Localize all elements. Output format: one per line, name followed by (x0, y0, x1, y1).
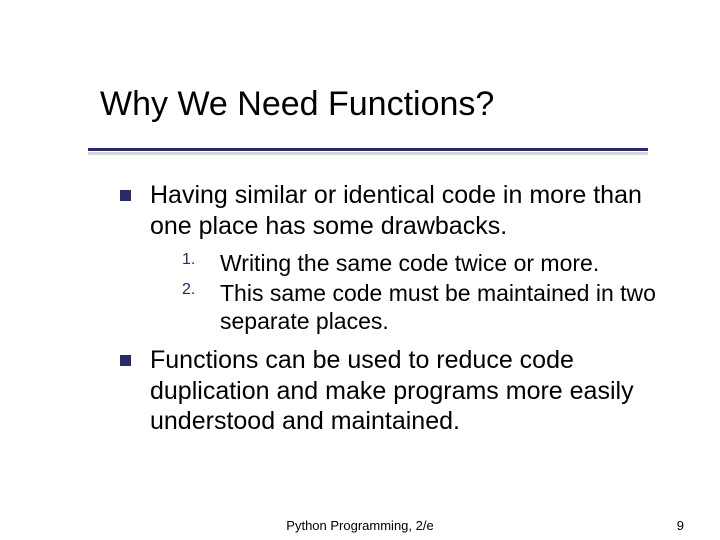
numbered-item: 1. Writing the same code twice or more. (182, 249, 680, 277)
slide: Why We Need Functions? Having similar or… (0, 0, 720, 540)
square-bullet-icon (120, 355, 131, 366)
numbered-item: 2. This same code must be maintained in … (182, 279, 680, 335)
square-bullet-icon (120, 190, 131, 201)
footer-text: Python Programming, 2/e (286, 518, 433, 533)
page-number: 9 (677, 518, 684, 533)
bullet-item: Functions can be used to reduce code dup… (120, 345, 680, 437)
bullet-text: Functions can be used to reduce code dup… (150, 345, 680, 437)
title-wrap: Why We Need Functions? (0, 0, 720, 124)
title-underline (88, 148, 648, 151)
bullet-text: Having similar or identical code in more… (150, 180, 680, 241)
bullet-item: Having similar or identical code in more… (120, 180, 680, 241)
list-number: 2. (182, 281, 195, 299)
numbered-text: Writing the same code twice or more. (220, 249, 680, 277)
numbered-text: This same code must be maintained in two… (220, 279, 680, 335)
slide-title: Why We Need Functions? (100, 85, 720, 124)
list-number: 1. (182, 251, 195, 269)
slide-body: Having similar or identical code in more… (120, 180, 680, 445)
sub-list: 1. Writing the same code twice or more. … (120, 249, 680, 335)
